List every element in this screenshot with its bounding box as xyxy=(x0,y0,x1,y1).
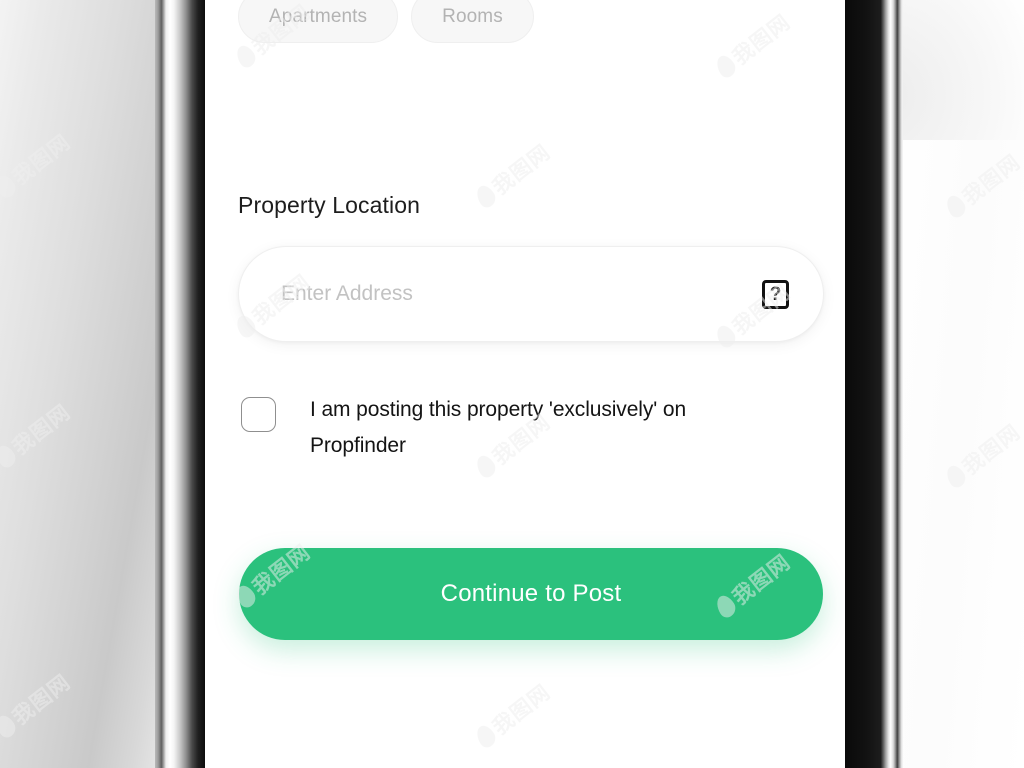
phone-mockup: Houses Villas Bangs Duplex Apartments xyxy=(155,0,903,768)
phone-right-rail xyxy=(881,0,903,768)
chip-rooms-label: Rooms xyxy=(442,5,503,27)
property-type-chip-group: Houses Villas Bangs Duplex Apartments xyxy=(238,0,838,43)
address-input[interactable] xyxy=(281,282,762,306)
chip-rooms[interactable]: Rooms xyxy=(411,0,534,43)
page-background-left xyxy=(0,0,175,768)
exclusive-listing-label: I am posting this property 'exclusively'… xyxy=(310,398,687,458)
chip-apartments-label: Apartments xyxy=(269,5,368,27)
app-post-property-form: Houses Villas Bangs Duplex Apartments xyxy=(205,0,845,768)
property-location-title: Property Location xyxy=(238,192,420,218)
phone-left-rail xyxy=(155,0,205,768)
address-field-wrapper[interactable]: ? xyxy=(238,246,824,342)
exclusive-listing-row[interactable]: I am posting this property 'exclusively'… xyxy=(241,392,781,464)
help-question-icon[interactable]: ? xyxy=(762,279,789,309)
phone-right-bezel xyxy=(845,0,881,768)
phone-screen: Houses Villas Bangs Duplex Apartments xyxy=(205,0,845,768)
chip-apartments[interactable]: Apartments xyxy=(238,0,399,43)
screenshot-stage: Houses Villas Bangs Duplex Apartments xyxy=(0,0,1024,768)
help-question-glyph: ? xyxy=(769,283,782,305)
exclusive-listing-checkbox[interactable] xyxy=(241,397,276,432)
continue-to-post-button[interactable]: Continue to Post xyxy=(239,548,823,640)
